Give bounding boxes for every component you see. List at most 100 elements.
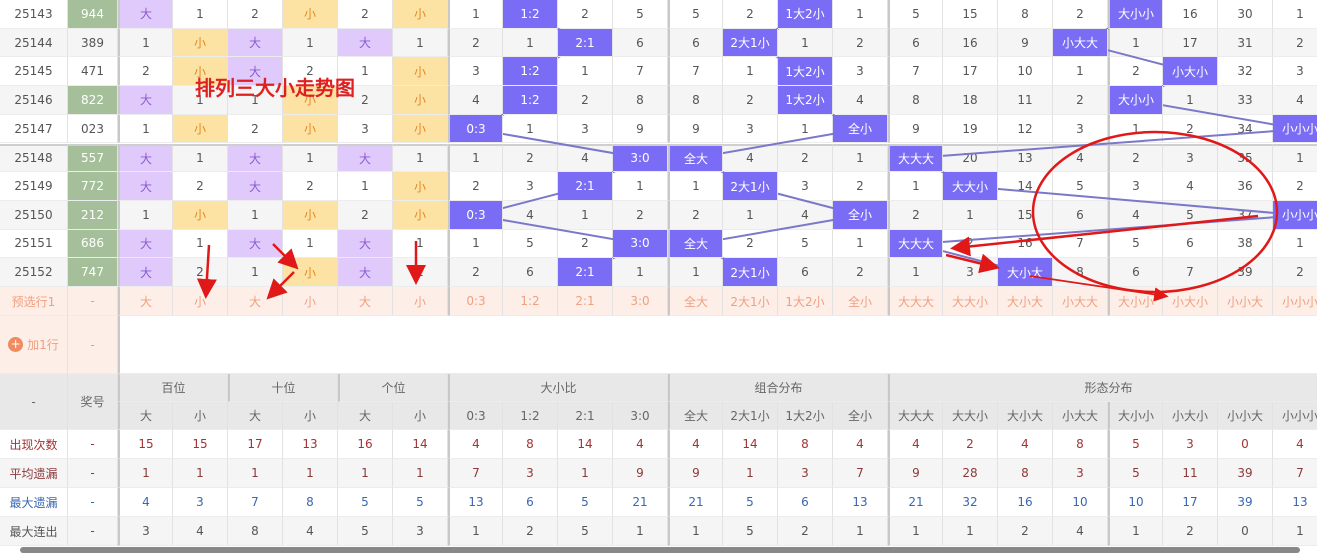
preselect-cell[interactable]: 大大小 bbox=[943, 287, 998, 316]
preselect-cell[interactable]: 2:1 bbox=[558, 287, 613, 316]
stat-value: 7 bbox=[833, 459, 888, 488]
preselect-cell[interactable]: 小 bbox=[393, 287, 448, 316]
miss-count-cell: 4 bbox=[558, 143, 613, 173]
miss-count-cell: 15 bbox=[998, 200, 1053, 230]
stat-value: 1 bbox=[668, 517, 723, 546]
header-sub: 大 bbox=[228, 402, 283, 430]
stat-value: 21 bbox=[613, 488, 668, 517]
header-sub: 小 bbox=[393, 402, 448, 430]
miss-count-cell: 2 bbox=[943, 229, 998, 259]
stat-value: 14 bbox=[393, 430, 448, 459]
preselect-cell[interactable]: 0:3 bbox=[448, 287, 503, 316]
preselect-cell[interactable]: 大小小 bbox=[1108, 287, 1163, 316]
horizontal-scrollbar[interactable] bbox=[20, 547, 1300, 553]
preselect-cell[interactable]: 2大1小 bbox=[723, 287, 778, 316]
stat-value: 10 bbox=[1053, 488, 1108, 517]
miss-count-cell: 1 bbox=[173, 0, 228, 29]
hit-cell: 大 bbox=[118, 172, 173, 201]
hit-cell: 大 bbox=[338, 28, 393, 58]
stat-value: 4 bbox=[998, 430, 1053, 459]
stat-value: 32 bbox=[943, 488, 998, 517]
preselect-cell[interactable]: 小大小 bbox=[1163, 287, 1218, 316]
stat-label: 最大连出 bbox=[0, 517, 68, 546]
stat-value: 1 bbox=[723, 459, 778, 488]
draw-number: 023 bbox=[68, 114, 118, 144]
miss-count-cell: 1 bbox=[118, 200, 173, 230]
stat-value: 39 bbox=[1218, 459, 1273, 488]
miss-count-cell: 11 bbox=[998, 86, 1053, 115]
issue-number: 25147 bbox=[0, 114, 68, 144]
preselect-cell[interactable]: 大小大 bbox=[998, 287, 1053, 316]
issue-number: 25152 bbox=[0, 258, 68, 287]
hit-cell: 小 bbox=[283, 114, 338, 144]
hit-cell: 小大大 bbox=[1053, 28, 1108, 58]
hit-cell: 小 bbox=[173, 200, 228, 230]
miss-count-cell: 2 bbox=[338, 200, 393, 230]
stat-value: 0 bbox=[1218, 517, 1273, 546]
stat-value: 2 bbox=[1163, 517, 1218, 546]
miss-count-cell: 1 bbox=[118, 114, 173, 144]
header-sub: 大 bbox=[118, 402, 173, 430]
add-row-button[interactable]: + 加1行 bbox=[0, 316, 68, 374]
draw-number: 471 bbox=[68, 57, 118, 87]
stat-label: 出现次数 bbox=[0, 430, 68, 459]
header-group: 百位 bbox=[118, 374, 228, 402]
hit-cell: 小 bbox=[393, 172, 448, 201]
preselect-cell[interactable]: 大 bbox=[338, 287, 393, 316]
miss-count-cell: 1 bbox=[1273, 143, 1317, 173]
hit-cell: 1:2 bbox=[503, 57, 558, 87]
preselect-cell[interactable]: 全小 bbox=[833, 287, 888, 316]
preselect-cell[interactable]: 小小大 bbox=[1218, 287, 1273, 316]
stat-value: 1 bbox=[228, 459, 283, 488]
stat-value: 3 bbox=[1163, 430, 1218, 459]
header-sub: 大大小 bbox=[943, 402, 998, 430]
preselect-cell[interactable]: 全大 bbox=[668, 287, 723, 316]
miss-count-cell: 1 bbox=[833, 0, 888, 29]
stat-value: 21 bbox=[668, 488, 723, 517]
miss-count-cell: 1 bbox=[888, 258, 943, 287]
hit-cell: 大 bbox=[118, 229, 173, 259]
hit-cell: 2:1 bbox=[558, 28, 613, 58]
miss-count-cell: 3 bbox=[1273, 57, 1317, 87]
header-sub: 全小 bbox=[833, 402, 888, 430]
stat-value: 15 bbox=[118, 430, 173, 459]
miss-count-cell: 34 bbox=[1218, 114, 1273, 144]
preselect-cell[interactable]: 1大2小 bbox=[778, 287, 833, 316]
preselect-cell[interactable]: 小 bbox=[173, 287, 228, 316]
miss-count-cell: 1 bbox=[668, 258, 723, 287]
miss-count-cell: 3 bbox=[1163, 143, 1218, 173]
preselect-cell[interactable]: 大 bbox=[228, 287, 283, 316]
hit-cell: 小 bbox=[173, 114, 228, 144]
miss-count-cell: 1 bbox=[338, 172, 393, 201]
stat-value: 3 bbox=[173, 488, 228, 517]
header-group: 十位 bbox=[228, 374, 338, 402]
preselect-cell[interactable]: 小大大 bbox=[1053, 287, 1108, 316]
preselect-cell[interactable]: 小小小 bbox=[1273, 287, 1317, 316]
miss-count-cell: 1 bbox=[558, 57, 613, 87]
miss-count-cell: 5 bbox=[778, 229, 833, 259]
stat-value: 5 bbox=[393, 488, 448, 517]
stat-value: 13 bbox=[1273, 488, 1317, 517]
header-sub: 全大 bbox=[668, 402, 723, 430]
miss-count-cell: 9 bbox=[888, 114, 943, 144]
hit-cell: 全大 bbox=[668, 143, 723, 173]
draw-number: 212 bbox=[68, 200, 118, 230]
preselect-cell[interactable]: 大 bbox=[118, 287, 173, 316]
hit-cell: 大 bbox=[118, 0, 173, 29]
preselect-cell[interactable]: 3:0 bbox=[613, 287, 668, 316]
preselect-cell[interactable]: 大大大 bbox=[888, 287, 943, 316]
miss-count-cell: 8 bbox=[888, 86, 943, 115]
miss-count-cell: 3 bbox=[778, 172, 833, 201]
stat-value: 1 bbox=[613, 517, 668, 546]
stat-number: - bbox=[68, 430, 118, 459]
stat-value: 1 bbox=[1273, 517, 1317, 546]
stat-value: 3 bbox=[1053, 459, 1108, 488]
preselect-cell[interactable]: 1:2 bbox=[503, 287, 558, 316]
header-sub: 2:1 bbox=[558, 402, 613, 430]
hit-cell: 2:1 bbox=[558, 172, 613, 201]
miss-count-cell: 1 bbox=[1108, 114, 1163, 144]
preselect-cell[interactable]: 小 bbox=[283, 287, 338, 316]
header-corner: - bbox=[0, 374, 68, 430]
miss-count-cell: 17 bbox=[943, 57, 998, 87]
stat-value: 28 bbox=[943, 459, 998, 488]
